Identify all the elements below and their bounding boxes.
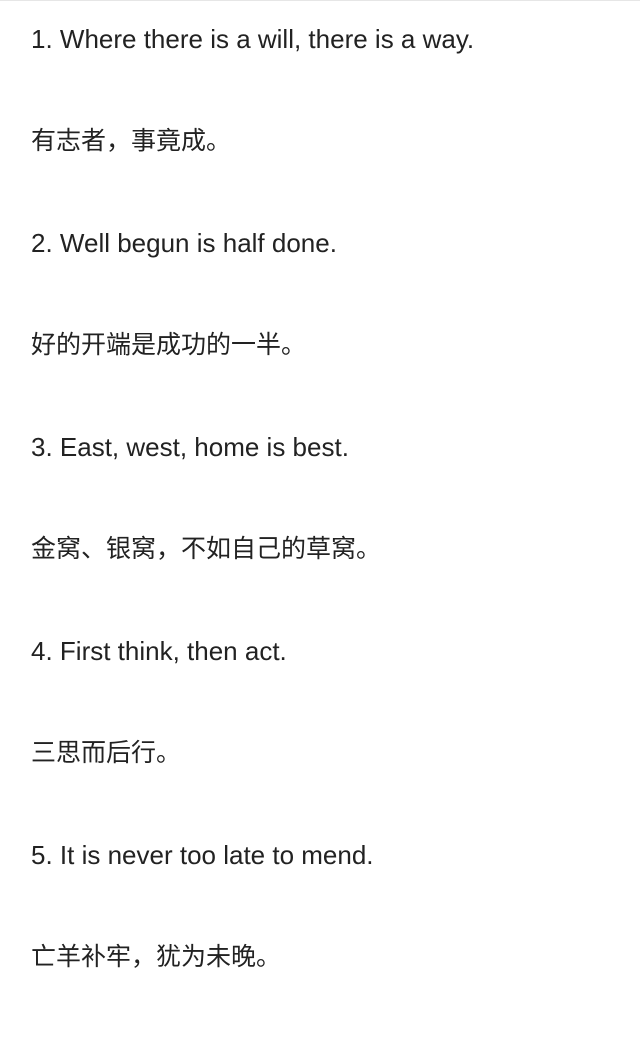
proverb-article: 1. Where there is a will, there is a way… [0,0,640,1041]
proverb-3-english: 3. East, west, home is best. [31,432,349,462]
proverb-2-english: 2. Well begun is half done. [31,228,337,258]
proverb-4-chinese: 三思而后行。 [31,738,182,767]
proverb-5-chinese: 亡羊补牢，犹为未晚。 [31,942,282,971]
proverb-2-chinese: 好的开端是成功的一半。 [31,330,307,359]
proverb-3-chinese: 金窝、银窝，不如自己的草窝。 [31,534,382,563]
proverb-5-english: 5. It is never too late to mend. [31,840,374,870]
proverb-1-english: 1. Where there is a will, there is a way… [31,24,475,54]
proverb-4-english: 4. First think, then act. [31,636,287,666]
proverb-1-chinese: 有志者，事竟成。 [31,126,232,155]
